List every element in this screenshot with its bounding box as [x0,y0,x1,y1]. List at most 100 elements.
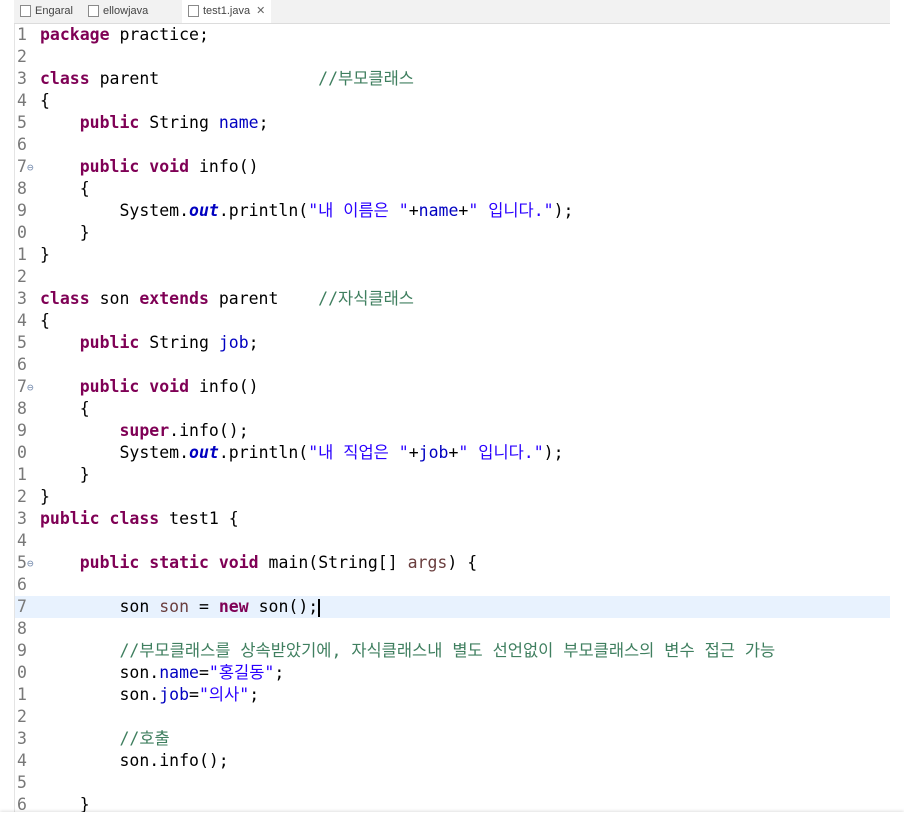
code-token: son [40,597,160,616]
code-token: void [149,377,190,396]
code-line[interactable]: 7 ⊖ public void info() [15,156,891,178]
code-line[interactable]: 8 { [15,398,891,420]
code-token: { [40,399,90,418]
code-line[interactable]: 5 ⊖ public static void main(String[] args… [15,552,891,574]
code-line[interactable]: 5 public String name; [15,112,891,134]
code-line[interactable]: 2 [15,706,891,728]
code-line[interactable]: 2 [15,46,891,68]
tab-engaral[interactable]: Engaral [20,0,73,23]
code-editor[interactable]: 1 package practice; 2 3 class parent //부모클래스… [14,24,892,812]
fold-collapse-icon[interactable]: ⊖ [27,157,34,179]
line-number: 2 [17,707,27,726]
code-line[interactable]: 0 son.name="홍길동"; [15,662,891,684]
fold-collapse-icon[interactable]: ⊖ [27,553,34,575]
code-line[interactable]: 6 [15,134,891,156]
code-line[interactable]: 8 { [15,178,891,200]
line-number: 9 [17,421,27,440]
code-token: out [189,201,219,220]
code-token: = [189,597,219,616]
java-file-icon [188,5,199,18]
code-line[interactable]: 7 son son = new son(); [15,596,891,618]
code-text: } [40,222,90,244]
code-line[interactable]: 1 package practice; [15,24,891,46]
code-token: System. [40,201,190,220]
code-text: } [40,464,90,486]
line-number: 1 [17,685,27,704]
line-number: 9 [17,641,27,660]
editor-tab-bar: Engaral ellowjava test1.java ✕ [14,0,890,24]
code-line[interactable]: 5 public String job; [15,332,891,354]
line-number: 8 [17,619,27,638]
line-number: 7 [17,377,27,396]
code-line[interactable]: 1} [15,244,891,266]
code-token: //부모클래스를 상속받았기에, 자식클래스내 별도 선언없이 부모클래스의 변… [119,641,776,660]
code-line[interactable]: 8 [15,618,891,640]
code-line[interactable]: 9 System.out.println("내 이름은 "+name+" 입니다… [15,200,891,222]
code-token: public [79,333,140,352]
code-token: String [139,333,219,352]
tab-ellowjava[interactable]: ellowjava [88,0,148,23]
code-line[interactable]: 4{ [15,310,891,332]
code-line[interactable]: 3 //호출 [15,728,891,750]
code-line[interactable]: 4 [15,530,891,552]
line-number: 5 [17,553,27,572]
code-line[interactable]: 9 //부모클래스를 상속받았기에, 자식클래스내 별도 선언없이 부모클래스의… [15,640,891,662]
line-number: 5 [17,333,27,352]
code-line[interactable]: 4{ [15,90,891,112]
line-number: 4 [17,91,27,110]
line-number: 0 [17,223,27,242]
code-token: job [218,333,249,352]
code-line[interactable]: 0 System.out.println("내 직업은 "+job+" 입니다.… [15,442,891,464]
code-line[interactable]: 3 public class test1 { [15,508,891,530]
code-line[interactable]: 2} [15,486,891,508]
code-line[interactable]: 7 ⊖ public void info() [15,376,891,398]
code-token: public [40,509,100,528]
code-token: "의사" [198,685,250,704]
code-line[interactable]: 3 class parent //부모클래스 [15,68,891,90]
line-number: 6 [17,795,27,812]
tab-test1-java[interactable]: test1.java ✕ [182,0,272,23]
code-line[interactable]: 6 } [15,794,891,812]
code-token: .println( [218,443,309,462]
code-text: public void info() [40,156,259,178]
code-token: } [40,245,50,264]
code-line[interactable]: 6 [15,574,891,596]
line-number: 6 [17,575,27,594]
code-token: son(); [248,597,319,616]
code-token: //호출 [119,729,170,748]
code-token: ); [553,201,574,220]
code-line[interactable]: 9 super.info(); [15,420,891,442]
code-line[interactable]: 2 [15,266,891,288]
code-line[interactable]: 0 } [15,222,891,244]
line-number: 1 [17,465,27,484]
code-line[interactable]: 1 son.job="의사"; [15,684,891,706]
close-icon[interactable]: ✕ [256,5,265,17]
code-line[interactable]: 6 [15,354,891,376]
code-text: } [40,486,50,508]
code-token: out [189,443,219,462]
code-token: package [40,25,110,44]
line-number: 7 [17,597,27,616]
code-token: ); [543,443,564,462]
code-token: "내 이름은 " [308,201,409,220]
code-token: "내 직업은 " [308,443,409,462]
code-token: String [139,113,219,132]
code-line[interactable]: 1 } [15,464,891,486]
line-number: 3 [17,729,27,748]
code-line[interactable]: 4 son.info(); [15,750,891,772]
code-token: ; [258,113,269,132]
code-token: void [218,553,259,572]
line-number: 7 [17,157,27,176]
fold-collapse-icon[interactable]: ⊖ [27,377,34,399]
code-line[interactable]: 3 class son extends parent //자식클래스 [15,288,891,310]
code-line[interactable]: 5 [15,772,891,794]
window-edge [890,0,904,826]
code-token: son. [40,685,160,704]
code-text: //부모클래스를 상속받았기에, 자식클래스내 별도 선언없이 부모클래스의 변… [40,640,775,662]
